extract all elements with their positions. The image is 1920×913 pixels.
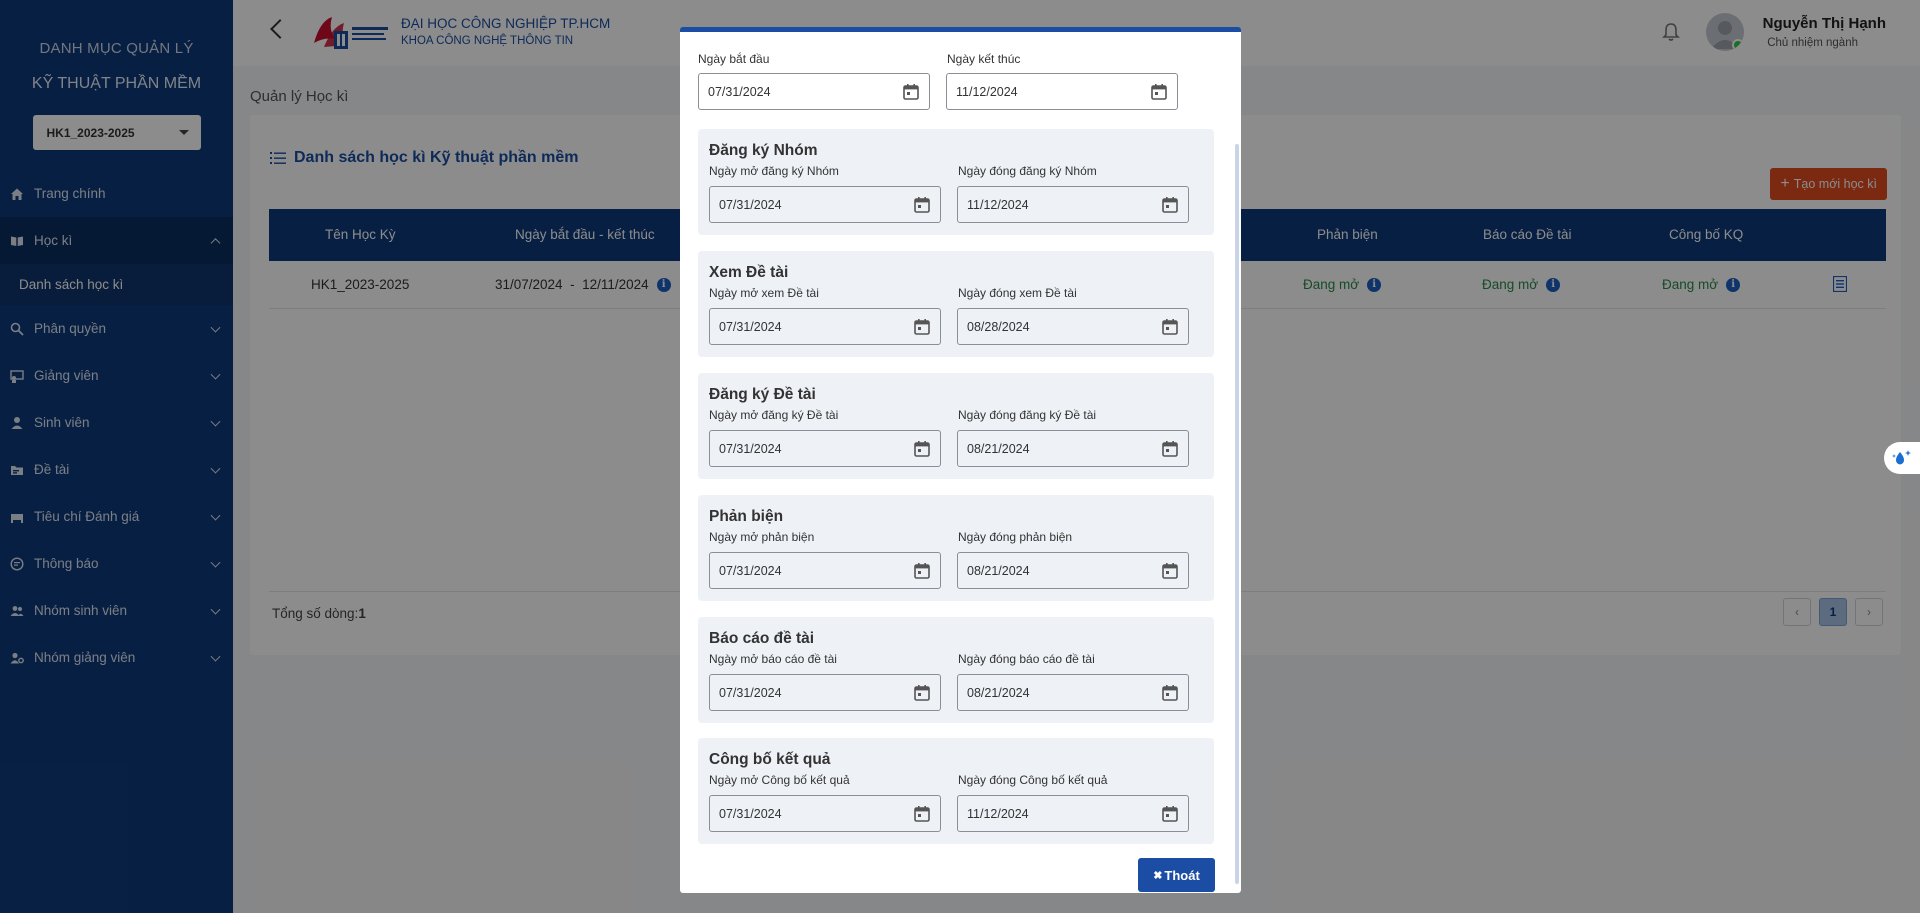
close-date-label: Ngày đóng báo cáo đề tài	[958, 652, 1095, 666]
close-date-label: Ngày đóng đăng ký Đề tài	[958, 408, 1097, 422]
topic-report-section: Báo cáo đề tài Ngày mở báo cáo đề tài Ng…	[698, 617, 1214, 723]
start-date-field[interactable]: 07/31/2024	[698, 73, 930, 110]
close-date-field[interactable]: 08/21/2024	[957, 674, 1189, 711]
view-topics-section: Xem Đề tài Ngày mở xem Đề tài Ngày đóng …	[698, 251, 1214, 357]
review-section: Phản biện Ngày mở phản biện Ngày đóng ph…	[698, 495, 1214, 601]
close-date-value: 08/21/2024	[967, 441, 1030, 456]
exit-button-label: Thoát	[1164, 867, 1200, 883]
sparkle-drop-icon	[1892, 450, 1911, 465]
open-date-value: 07/31/2024	[719, 197, 782, 212]
section-title: Đăng ký Nhóm	[709, 142, 818, 159]
open-date-field[interactable]: 07/31/2024	[709, 430, 941, 467]
open-date-field[interactable]: 07/31/2024	[709, 552, 941, 589]
open-date-value: 07/31/2024	[719, 806, 782, 821]
calendar-icon	[914, 197, 930, 213]
end-date-value: 11/12/2024	[956, 84, 1018, 99]
close-date-value: 08/28/2024	[967, 319, 1030, 334]
open-date-label: Ngày mở đăng ký Đề tài	[709, 408, 839, 422]
section-title: Báo cáo đề tài	[709, 630, 815, 647]
open-date-label: Ngày mở đăng ký Nhóm	[709, 164, 839, 178]
calendar-icon	[914, 563, 930, 579]
calendar-icon	[914, 441, 930, 457]
close-date-label: Ngày đóng xem Đề tài	[958, 286, 1077, 300]
close-date-field[interactable]: 08/21/2024	[957, 430, 1189, 467]
close-date-value: 08/21/2024	[967, 563, 1030, 578]
section-title: Xem Đề tài	[709, 264, 789, 281]
end-date-label: Ngày kết thúc	[947, 52, 1021, 66]
calendar-icon	[1162, 319, 1178, 335]
start-date-value: 07/31/2024	[708, 84, 771, 99]
calendar-icon	[914, 685, 930, 701]
end-date-field[interactable]: 11/12/2024	[946, 73, 1178, 110]
open-date-label: Ngày mở Công bố kết quả	[709, 773, 850, 787]
close-date-value: 11/12/2024	[967, 197, 1029, 212]
modal-scrollbar[interactable]	[1235, 144, 1239, 884]
close-date-field[interactable]: 11/12/2024	[957, 795, 1189, 832]
open-date-value: 07/31/2024	[719, 563, 782, 578]
calendar-icon	[1162, 563, 1178, 579]
open-date-value: 07/31/2024	[719, 685, 782, 700]
open-date-value: 07/31/2024	[719, 441, 782, 456]
publish-results-section: Công bố kết quả Ngày mở Công bố kết quả …	[698, 738, 1214, 844]
open-date-field[interactable]: 07/31/2024	[709, 674, 941, 711]
open-date-value: 07/31/2024	[719, 319, 782, 334]
close-date-label: Ngày đóng phản biện	[958, 530, 1073, 544]
open-date-field[interactable]: 07/31/2024	[709, 186, 941, 223]
calendar-icon	[1162, 441, 1178, 457]
start-date-label: Ngày bắt đầu	[698, 52, 770, 66]
open-date-field[interactable]: 07/31/2024	[709, 795, 941, 832]
close-date-field[interactable]: 08/21/2024	[957, 552, 1189, 589]
section-title: Phản biện	[709, 508, 784, 525]
exit-button[interactable]: ✖ Thoát	[1138, 858, 1215, 892]
floating-assistant-button[interactable]	[1884, 442, 1920, 474]
close-date-value: 11/12/2024	[967, 806, 1029, 821]
topic-registration-section: Đăng ký Đề tài Ngày mở đăng ký Đề tài Ng…	[698, 373, 1214, 479]
calendar-icon	[914, 319, 930, 335]
calendar-icon	[914, 806, 930, 822]
calendar-icon	[1151, 84, 1167, 100]
close-date-label: Ngày đóng đăng ký Nhóm	[958, 164, 1097, 178]
calendar-icon	[1162, 806, 1178, 822]
section-title: Công bố kết quả	[709, 751, 831, 768]
open-date-label: Ngày mở xem Đề tài	[709, 286, 819, 300]
calendar-icon	[1162, 685, 1178, 701]
open-date-label: Ngày mở báo cáo đề tài	[709, 652, 837, 666]
calendar-icon	[1162, 197, 1178, 213]
section-title: Đăng ký Đề tài	[709, 386, 816, 403]
close-x-icon: ✖	[1153, 869, 1163, 882]
close-date-field[interactable]: 11/12/2024	[957, 186, 1189, 223]
open-date-label: Ngày mở phản biện	[709, 530, 815, 544]
calendar-icon	[903, 84, 919, 100]
group-registration-section: Đăng ký Nhóm Ngày mở đăng ký Nhóm Ngày đ…	[698, 129, 1214, 235]
semester-dates-modal: Ngày bắt đầu 07/31/2024 Ngày kết thúc 11…	[680, 27, 1241, 893]
open-date-field[interactable]: 07/31/2024	[709, 308, 941, 345]
close-date-label: Ngày đóng Công bố kết quả	[958, 773, 1108, 787]
close-date-value: 08/21/2024	[967, 685, 1030, 700]
close-date-field[interactable]: 08/28/2024	[957, 308, 1189, 345]
